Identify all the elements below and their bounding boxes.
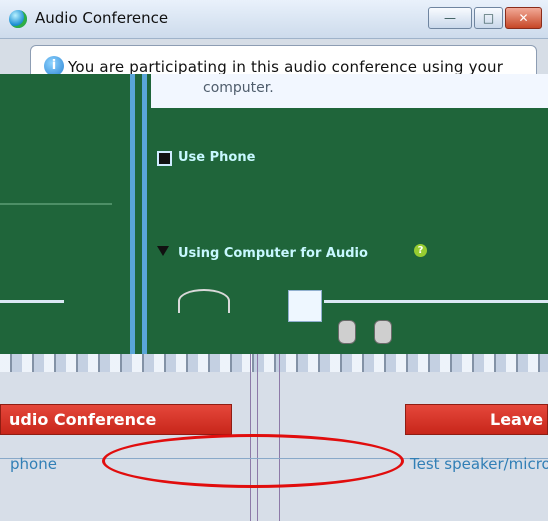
use-phone-option[interactable]: Use Phone (178, 150, 255, 165)
audio-conference-button[interactable]: udio Conference (0, 404, 232, 435)
panel-horizontal-line (0, 203, 112, 205)
leave-button[interactable]: Leave A (405, 404, 548, 435)
info-icon: i (44, 56, 64, 76)
audio-conference-icon (9, 10, 27, 28)
using-computer-option[interactable]: Using Computer for Audio (178, 246, 368, 261)
expand-arrow-icon (157, 246, 169, 256)
panel-divider-left (130, 74, 135, 354)
headset-icon (178, 289, 230, 313)
close-button[interactable]: ✕ (505, 7, 542, 29)
device-line-left (0, 300, 64, 303)
phone-option-icon (157, 151, 172, 166)
right-ear-cup-icon (374, 320, 392, 344)
left-ear-cup-icon (338, 320, 356, 344)
speaker-icon[interactable] (288, 290, 322, 322)
toolbar-strip (0, 354, 548, 372)
device-line-right (324, 300, 548, 303)
info-message-continued: computer. (203, 80, 274, 96)
audio-options-panel (0, 74, 548, 354)
maximize-button[interactable]: □ (474, 7, 503, 29)
panel-divider-right (142, 74, 147, 354)
phone-link[interactable]: phone (10, 455, 57, 473)
help-icon[interactable]: ? (414, 244, 427, 257)
minimize-button[interactable]: — (428, 7, 472, 29)
test-speaker-link[interactable]: Test speaker/micro (410, 455, 548, 473)
window-title: Audio Conference (35, 9, 169, 27)
annotation-oval (102, 434, 404, 488)
